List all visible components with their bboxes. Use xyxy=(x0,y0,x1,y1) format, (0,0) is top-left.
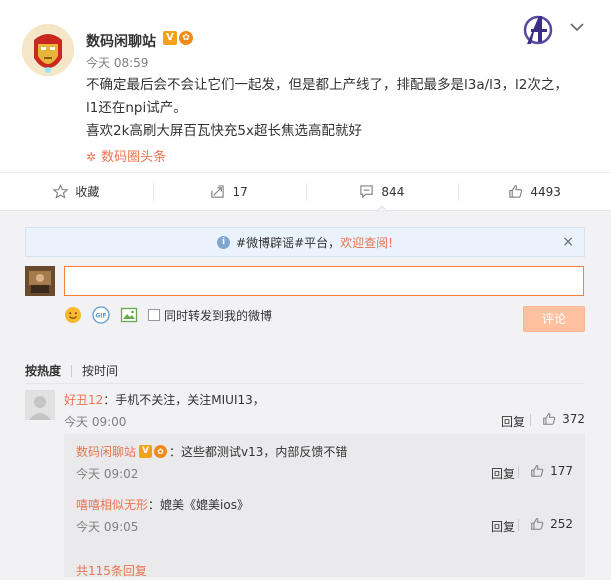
comment-icon xyxy=(359,184,374,199)
reply-button[interactable]: 回复 xyxy=(491,465,515,482)
post-text-line: 喜欢2k高刷大屏百瓦快充5x超长焦选高配就好 xyxy=(86,123,362,139)
reply-like-button[interactable]: 252 xyxy=(518,517,573,531)
reply-item: 数码闲聊站 V ✿ ：这些都测试v13，内部反馈不错 今天 09:02 回复 1… xyxy=(76,443,573,481)
author-name[interactable]: 数码闲聊站 xyxy=(86,31,156,51)
post-action-bar: 收藏 17 844 4493 xyxy=(0,172,611,210)
fan-badge-icon: ✿ xyxy=(179,31,193,45)
divider xyxy=(25,383,585,384)
comment-count: 844 xyxy=(381,184,405,199)
thumbs-up-icon xyxy=(508,184,523,199)
close-icon[interactable]: × xyxy=(562,234,574,250)
reply-text: ：这些都测试v13，内部反馈不错 xyxy=(169,445,348,459)
submit-comment-button[interactable]: 评论 xyxy=(523,306,585,332)
reply-like-button[interactable]: 177 xyxy=(518,464,573,478)
chevron-down-icon[interactable] xyxy=(570,22,584,32)
star-icon xyxy=(53,184,69,199)
like-count: 4493 xyxy=(530,184,561,199)
repost-icon xyxy=(210,184,225,199)
post-text-line: 不确定最后会不会让它们一起发，但是都上产线了，排配最多是l3a/l3，l2次之， xyxy=(86,77,568,93)
sort-by-time[interactable]: 按时间 xyxy=(82,362,118,379)
emoji-icon[interactable] xyxy=(64,306,82,324)
reply-user-name[interactable]: 嘻嘻相似无形 xyxy=(76,496,148,513)
current-user-avatar[interactable] xyxy=(25,266,55,296)
meta-divider xyxy=(518,519,520,531)
repost-button[interactable]: 17 xyxy=(152,173,306,210)
comment-meta: 今天 09:00 回复 372 xyxy=(64,412,585,430)
topic-source-label: 数码圈头条 xyxy=(101,150,167,165)
composer-toolbar: GIF 同时转发到我的微博 xyxy=(64,306,272,324)
author-avatar[interactable] xyxy=(22,24,74,76)
thumbs-up-icon xyxy=(531,465,544,477)
reply-like-count: 177 xyxy=(550,464,573,478)
also-repost-checkbox[interactable] xyxy=(148,309,160,321)
comment-time: 今天 09:00 xyxy=(64,415,127,429)
reply-meta: 今天 09:02 回复 177 xyxy=(76,464,573,482)
verified-badge-icon: V xyxy=(139,445,153,458)
favorite-label: 收藏 xyxy=(75,185,100,199)
post-time[interactable]: 今天 08:59 xyxy=(86,54,148,71)
reply-body: 数码闲聊站 V ✿ ：这些都测试v13，内部反馈不错 xyxy=(76,443,573,460)
reply-time: 今天 09:02 xyxy=(76,467,139,481)
favorite-button[interactable]: 收藏 xyxy=(0,173,153,210)
more-replies-link[interactable]: 共115条回复 xyxy=(76,562,147,579)
comment-section: i #微博辟谣#平台， 欢迎查阅! × GIF 同时转发到我的微博 评论 按热度 … xyxy=(0,210,611,580)
rumor-notice-bar: i #微博辟谣#平台， 欢迎查阅! × xyxy=(25,227,585,257)
reply-like-count: 252 xyxy=(550,517,573,531)
meta-divider xyxy=(530,414,532,426)
also-repost-label: 同时转发到我的微博 xyxy=(164,308,273,323)
notice-text: #微博辟谣#平台， xyxy=(236,235,341,250)
reply-button[interactable]: 回复 xyxy=(501,413,525,430)
weibo-post: 数码闲聊站 V ✿ 今天 08:59 不确定最后会不会让它们一起发，但是都上产线… xyxy=(0,0,611,172)
image-icon[interactable] xyxy=(120,306,138,324)
reply-button[interactable]: 回复 xyxy=(491,518,515,535)
comment-text: ：手机不关注，关注MIUI13， xyxy=(103,393,265,407)
comment-input[interactable] xyxy=(64,266,584,296)
topic-source-link[interactable]: ✲ 数码圈头条 xyxy=(86,146,166,165)
post-text-line: l1还在npi试产。 xyxy=(86,100,187,116)
comment-body: 好丑12：手机不关注，关注MIUI13， xyxy=(64,391,265,408)
gif-icon[interactable]: GIF xyxy=(92,306,110,324)
notice-link[interactable]: 欢迎查阅! xyxy=(340,234,393,251)
reply-time: 今天 09:05 xyxy=(76,520,139,534)
reply-meta: 今天 09:05 回复 252 xyxy=(76,517,573,535)
info-icon: i xyxy=(217,235,231,249)
post-text: 不确定最后会不会让它们一起发，但是都上产线了，排配最多是l3a/l3，l2次之，… xyxy=(86,74,586,143)
comment-like-count: 372 xyxy=(562,412,585,426)
like-button[interactable]: 4493 xyxy=(458,173,611,210)
sort-by-hot[interactable]: 按热度 xyxy=(25,362,61,379)
thumbs-up-icon xyxy=(531,518,544,530)
reply-body: 嘻嘻相似无形 ：媲美《媲美ios》 xyxy=(76,496,573,513)
sort-divider xyxy=(71,364,73,377)
meta-divider xyxy=(518,466,520,478)
avengers-logo-icon xyxy=(523,15,553,45)
comment-like-button[interactable]: 372 xyxy=(530,412,585,426)
replies-box: 数码闲聊站 V ✿ ：这些都测试v13，内部反馈不错 今天 09:02 回复 1… xyxy=(64,434,585,579)
repost-count: 17 xyxy=(232,184,248,199)
commenter-name[interactable]: 好丑12 xyxy=(64,393,103,407)
fan-badge-icon: ✿ xyxy=(154,445,168,458)
comment-sort-tabs: 按热度 按时间 xyxy=(25,362,118,379)
comment-caret-icon xyxy=(376,205,388,212)
reply-item: 嘻嘻相似无形 ：媲美《媲美ios》 今天 09:05 回复 252 xyxy=(76,496,573,534)
svg-text:GIF: GIF xyxy=(95,313,106,320)
reply-text: ：媲美《媲美ios》 xyxy=(148,498,249,512)
reply-user-name[interactable]: 数码闲聊站 xyxy=(76,443,136,460)
thumbs-up-icon xyxy=(543,413,556,425)
commenter-avatar[interactable] xyxy=(25,390,55,420)
topic-flower-icon: ✲ xyxy=(86,150,97,164)
verified-badge-icon: V xyxy=(163,31,177,45)
